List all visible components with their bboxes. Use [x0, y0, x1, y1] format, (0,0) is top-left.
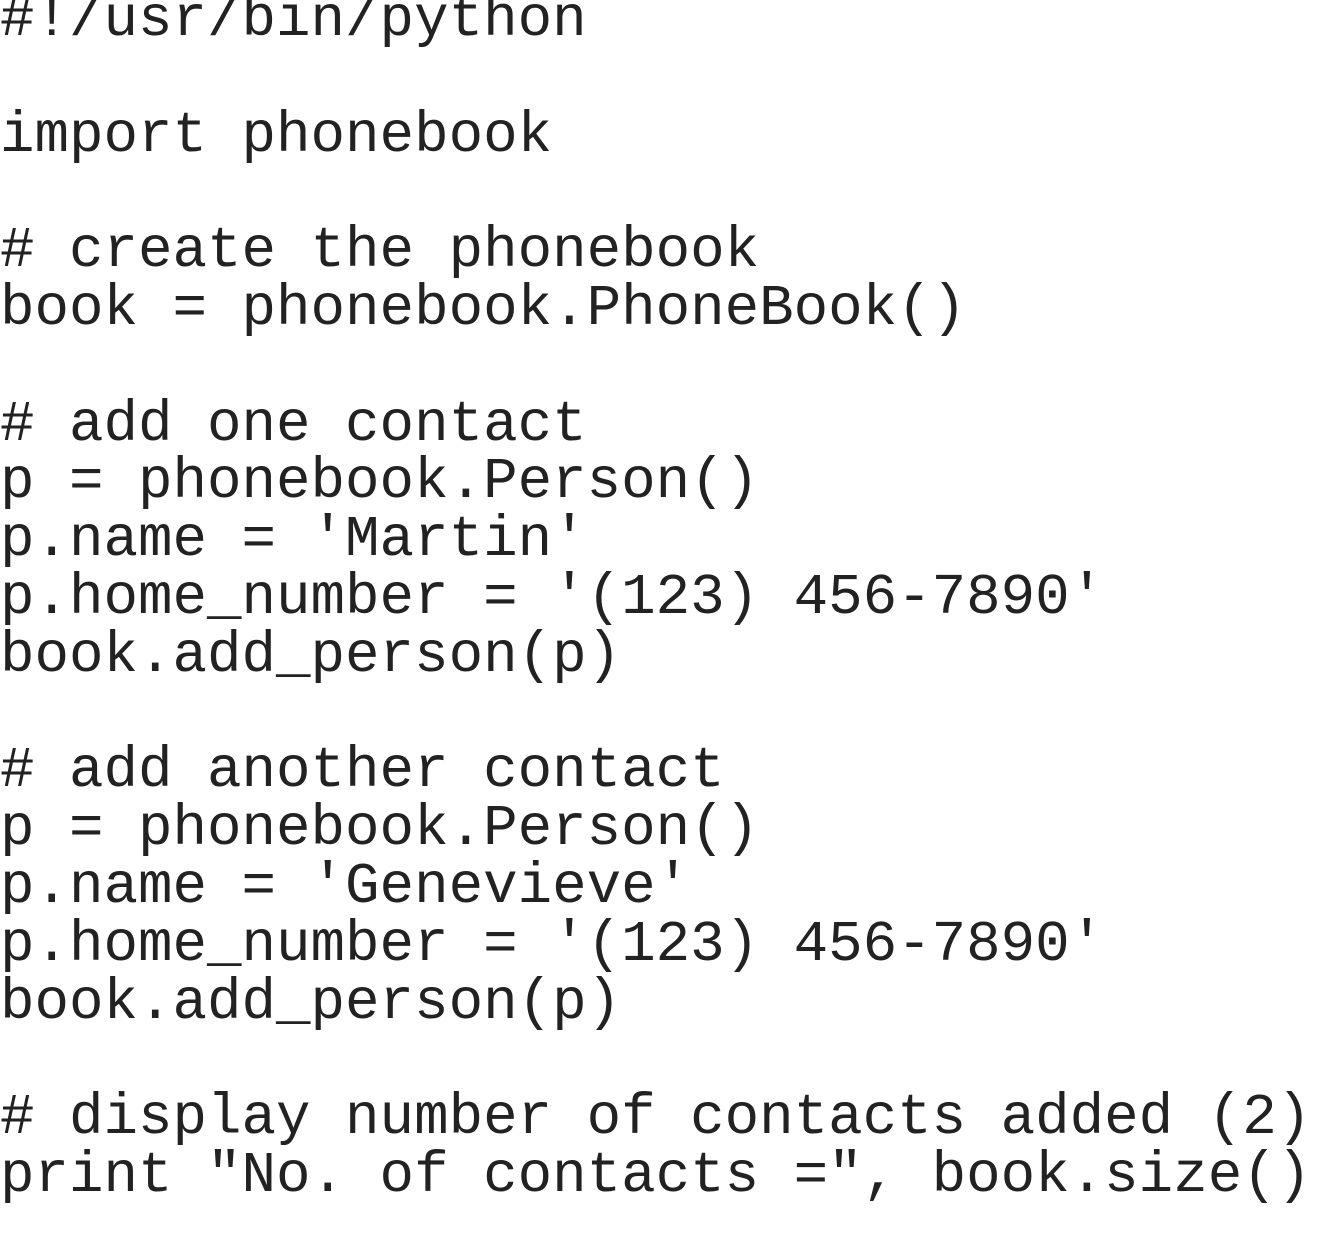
code-line: p.home_number = '(123) 456-7890' [0, 912, 1105, 978]
shebang-line: #!/usr/bin/python [0, 0, 587, 53]
code-line: p = phonebook.Person() [0, 797, 760, 863]
code-line: book.add_person(p) [0, 970, 622, 1036]
comment-line: # add one contact [0, 392, 587, 458]
import-line: import phonebook [0, 103, 553, 169]
code-listing: #!/usr/bin/python import phonebook # creat… [0, 0, 1311, 1206]
code-line: print "No. of contacts =", book.size() [0, 1143, 1312, 1209]
code-line: book = phonebook.PhoneBook() [0, 276, 967, 342]
comment-line: # display number of contacts added (2) [0, 1086, 1312, 1152]
comment-line: # add another contact [0, 739, 725, 805]
code-line: book.add_person(p) [0, 623, 622, 689]
code-line: p = phonebook.Person() [0, 450, 760, 516]
code-line: p.home_number = '(123) 456-7890' [0, 565, 1105, 631]
code-line: p.name = 'Martin' [0, 508, 587, 574]
comment-line: # create the phonebook [0, 219, 760, 285]
code-line: p.name = 'Genevieve' [0, 854, 691, 920]
